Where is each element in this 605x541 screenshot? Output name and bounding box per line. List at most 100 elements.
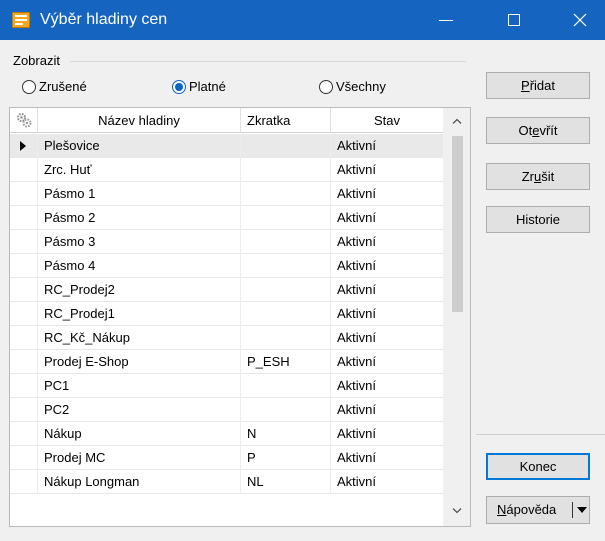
cell-name: RC_Prodej2 (38, 278, 241, 302)
radio-valid-label[interactable]: Platné (189, 79, 226, 95)
row-indicator (10, 278, 38, 302)
table-row[interactable]: RC_Prodej1 Aktivní (10, 302, 443, 326)
add-label: řidat (529, 78, 555, 93)
cell-state: Aktivní (337, 282, 377, 297)
cell-name: Nákup (38, 422, 241, 446)
table-row[interactable]: Zrc. Huť Aktivní (10, 158, 443, 182)
cell-abbr (241, 278, 331, 302)
cancel-label-pre: Zr (521, 169, 535, 184)
close-button[interactable]: Konec (486, 453, 590, 480)
help-label: ápověda (506, 502, 557, 517)
row-indicator (10, 398, 38, 422)
cell-name: RC_Kč_Nákup (38, 326, 241, 350)
cell-state: Aktivní (337, 426, 377, 441)
cell-abbr: P_ESH (241, 350, 331, 374)
column-header-name[interactable]: Název hladiny (38, 108, 241, 133)
history-button[interactable]: Historie (486, 206, 590, 233)
cell-state: Aktivní (337, 378, 377, 393)
group-divider (70, 61, 466, 62)
cancel-item-button[interactable]: Zrušit (486, 163, 590, 190)
split-divider (572, 502, 573, 518)
cell-abbr: P (241, 446, 331, 470)
vertical-scrollbar[interactable] (443, 108, 470, 526)
table-row[interactable]: Pásmo 1 Aktivní (10, 182, 443, 206)
cell-abbr: NL (241, 470, 331, 494)
table-row[interactable]: Prodej E-Shop P_ESH Aktivní (10, 350, 443, 374)
row-indicator (10, 206, 38, 230)
price-level-grid[interactable]: Název hladiny Zkratka Stav Plešovice Akti… (9, 107, 471, 527)
chevron-up-icon (452, 118, 462, 124)
dropdown-arrow-icon[interactable] (577, 507, 587, 513)
cell-state: Aktivní (337, 258, 377, 273)
radio-valid-circle[interactable] (172, 80, 186, 94)
maximize-button[interactable] (491, 0, 537, 40)
grid-settings-button[interactable] (10, 108, 38, 133)
scroll-down-button[interactable] (443, 498, 470, 526)
column-header-abbr[interactable]: Zkratka (241, 108, 331, 133)
radio-cancelled-label[interactable]: Zrušené (39, 79, 87, 95)
cell-state: Aktivní (337, 186, 377, 201)
table-row[interactable]: RC_Prodej2 Aktivní (10, 278, 443, 302)
cell-state: Aktivní (337, 354, 377, 369)
table-row[interactable]: Pásmo 3 Aktivní (10, 230, 443, 254)
table-row[interactable]: Pásmo 4 Aktivní (10, 254, 443, 278)
column-header-state[interactable]: Stav (331, 108, 443, 133)
buttons-separator (476, 434, 605, 435)
minimize-button[interactable] (423, 0, 469, 40)
cell-state: Aktivní (337, 306, 377, 321)
table-row[interactable]: Prodej MC P Aktivní (10, 446, 443, 470)
table-row[interactable]: Nákup N Aktivní (10, 422, 443, 446)
row-indicator (10, 158, 38, 182)
window-title: Výběr hladiny cen (40, 11, 168, 28)
open-button[interactable]: Otevřít (486, 117, 590, 144)
add-button[interactable]: Přidat (486, 72, 590, 99)
cell-name: PC1 (38, 374, 241, 398)
table-row[interactable]: Nákup Longman NL Aktivní (10, 470, 443, 494)
cell-name: Pásmo 4 (38, 254, 241, 278)
table-row[interactable]: PC1 Aktivní (10, 374, 443, 398)
cell-state: Aktivní (337, 234, 377, 249)
price-level-dialog: Výběr hladiny cen Zobrazit Zrušené Platn… (0, 0, 605, 541)
row-indicator (10, 470, 38, 494)
row-indicator (10, 254, 38, 278)
cell-name: RC_Prodej1 (38, 302, 241, 326)
cell-abbr: N (241, 422, 331, 446)
scroll-up-button[interactable] (443, 108, 470, 136)
radio-all[interactable]: Všechny (319, 78, 386, 96)
radio-all-label[interactable]: Všechny (336, 79, 386, 95)
cell-abbr (241, 326, 331, 350)
row-indicator (10, 134, 38, 158)
radio-cancelled-circle[interactable] (22, 80, 36, 94)
radio-all-circle[interactable] (319, 80, 333, 94)
cell-abbr (241, 254, 331, 278)
row-indicator (10, 350, 38, 374)
radio-valid[interactable]: Platné (172, 78, 226, 96)
cell-name: Zrc. Huť (38, 158, 241, 182)
row-indicator (10, 302, 38, 326)
table-row[interactable]: RC_Kč_Nákup Aktivní (10, 326, 443, 350)
cell-abbr (241, 230, 331, 254)
title-bar[interactable]: Výběr hladiny cen (0, 0, 605, 40)
chevron-down-icon (452, 508, 462, 514)
help-split-button[interactable]: Nápověda (486, 496, 590, 524)
table-row[interactable]: Plešovice Aktivní (10, 134, 443, 158)
cell-abbr (241, 182, 331, 206)
scrollbar-thumb[interactable] (452, 136, 463, 312)
add-mnemonic: P (521, 78, 530, 93)
row-indicator (10, 446, 38, 470)
cell-abbr (241, 374, 331, 398)
table-row[interactable]: Pásmo 2 Aktivní (10, 206, 443, 230)
cell-name: Pásmo 3 (38, 230, 241, 254)
cell-state: Aktivní (337, 450, 377, 465)
close-window-button[interactable] (557, 0, 603, 40)
cell-abbr (241, 398, 331, 422)
radio-cancelled[interactable]: Zrušené (22, 78, 87, 96)
cancel-label: šit (541, 169, 555, 184)
cell-name: Prodej E-Shop (38, 350, 241, 374)
row-indicator (10, 422, 38, 446)
cell-name: Pásmo 1 (38, 182, 241, 206)
cell-name: PC2 (38, 398, 241, 422)
open-label: vřít (539, 123, 558, 138)
table-row[interactable]: PC2 Aktivní (10, 398, 443, 422)
cell-name: Prodej MC (38, 446, 241, 470)
